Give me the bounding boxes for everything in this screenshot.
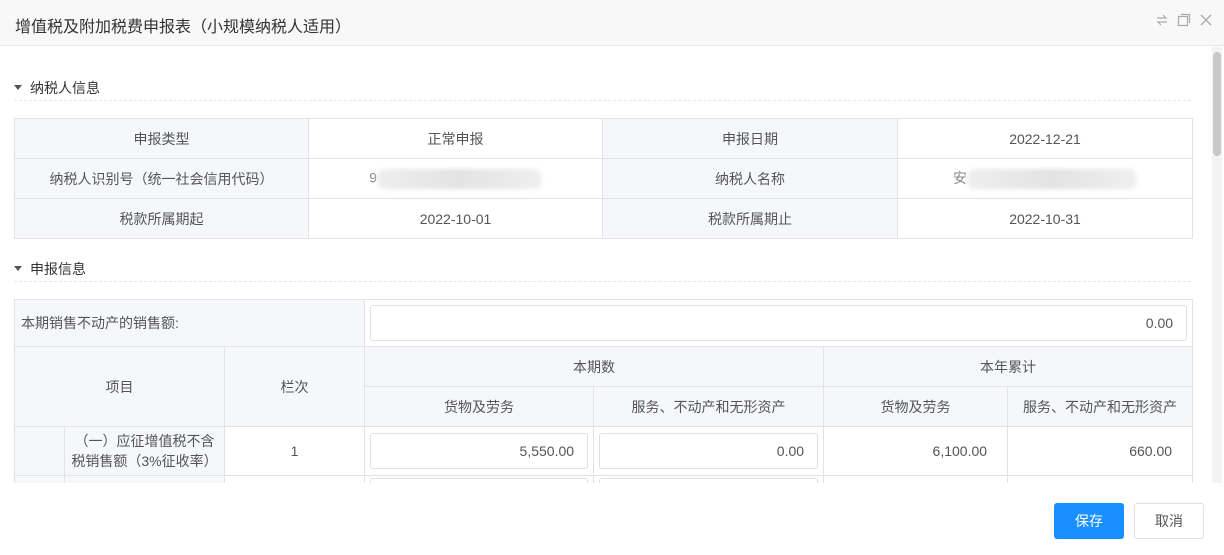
header-services: 服务、不动产和无形资产 xyxy=(593,386,825,427)
header-goods-year: 货物及劳务 xyxy=(823,386,1009,427)
cell-label: 纳税人识别号（统一社会信用代码） xyxy=(14,158,309,199)
header-goods: 货物及劳务 xyxy=(364,386,595,427)
row-item-label: （一）应征增值税不含税销售额（3%征收率） xyxy=(64,426,225,476)
cell-value: 安 xyxy=(897,158,1193,199)
dialog-body: 纳税人信息 申报类型 正常申报 申报日期 2022-12-21 纳税人识别号（统… xyxy=(0,47,1210,483)
cell-input-wrap: 0.00 xyxy=(593,426,825,476)
header-col-no: 栏次 xyxy=(223,346,366,427)
caret-down-icon xyxy=(14,85,22,90)
dialog-title: 增值税及附加税费申报表（小规模纳税人适用） xyxy=(15,19,352,36)
cell-label: 税款所属期止 xyxy=(602,198,898,239)
cell-value xyxy=(823,475,1009,483)
save-button[interactable]: 保存 xyxy=(1054,503,1124,539)
declare-table: 本期销售不动产的销售额: 0.00 项目 栏次 本期数 本年累计 货物及劳务 服… xyxy=(13,299,1194,483)
real-estate-input[interactable]: 0.00 xyxy=(370,305,1188,341)
cancel-button[interactable]: 取消 xyxy=(1134,503,1204,539)
redacted-blur xyxy=(376,168,542,189)
header-current-period: 本期数 xyxy=(364,346,825,387)
section-taxpayer-header[interactable]: 纳税人信息 xyxy=(14,75,1191,101)
maximize-icon[interactable] xyxy=(1176,11,1192,29)
table-row: 本期销售不动产的销售额: 0.00 xyxy=(13,299,1194,347)
section-title: 纳税人信息 xyxy=(30,79,100,96)
real-estate-label: 本期销售不动产的销售额: xyxy=(13,299,366,347)
row-col-no: 1 xyxy=(223,426,366,476)
cell-input-wrap xyxy=(364,475,595,483)
caret-down-icon xyxy=(14,266,22,271)
taxpayer-name-value: 安 xyxy=(953,169,967,186)
cell-input-wrap: 5,550.00 xyxy=(364,426,595,476)
row-group-cell xyxy=(14,475,65,483)
cell-value xyxy=(1007,475,1194,483)
next-row-input[interactable] xyxy=(370,477,589,483)
cell-value: 9 xyxy=(308,158,603,199)
cell-value: 正常申报 xyxy=(308,118,603,159)
table-header-row: 项目 栏次 本期数 本年累计 xyxy=(14,346,1194,427)
cell-label: 申报日期 xyxy=(602,118,898,159)
table-row xyxy=(14,475,1194,483)
vertical-scrollbar[interactable] xyxy=(1212,47,1222,483)
table-row: 纳税人识别号（统一社会信用代码） 9 纳税人名称 安 xyxy=(14,158,1193,199)
cur-services-input[interactable]: 0.00 xyxy=(599,433,819,469)
row-group-cell xyxy=(14,426,65,476)
section-declare-header[interactable]: 申报信息 xyxy=(14,256,1191,282)
taxpayer-id-value: 9 xyxy=(369,169,377,186)
table-row: 申报类型 正常申报 申报日期 2022-12-21 xyxy=(14,118,1193,159)
section-title: 申报信息 xyxy=(30,260,86,277)
next-row-input[interactable] xyxy=(599,477,819,483)
cell-label: 纳税人名称 xyxy=(602,158,898,199)
table-row: 税款所属期起 2022-10-01 税款所属期止 2022-10-31 xyxy=(14,198,1193,239)
cell-label: 税款所属期起 xyxy=(14,198,309,239)
header-year-total: 本年累计 xyxy=(823,346,1194,387)
cell-input-wrap xyxy=(593,475,825,483)
cell-value: 2022-10-31 xyxy=(897,198,1193,239)
scrollbar-thumb[interactable] xyxy=(1213,52,1221,156)
cell-value: 2022-10-01 xyxy=(308,198,603,239)
header-services-year: 服务、不动产和无形资产 xyxy=(1007,386,1194,427)
restore-icon[interactable] xyxy=(1154,11,1170,29)
row-col-no xyxy=(223,475,366,483)
row-item-label xyxy=(64,475,225,483)
table-row: （一）应征增值税不含税销售额（3%征收率） 1 5,550.00 0.00 6,… xyxy=(14,426,1194,476)
window-controls xyxy=(1154,11,1214,29)
year-services-value: 660.00 xyxy=(1007,426,1194,476)
real-estate-cell: 0.00 xyxy=(364,299,1194,347)
close-icon[interactable] xyxy=(1198,11,1214,29)
cell-value: 2022-12-21 xyxy=(897,118,1193,159)
cell-label: 申报类型 xyxy=(14,118,309,159)
dialog-header: 增值税及附加税费申报表（小规模纳税人适用） xyxy=(0,0,1224,46)
taxpayer-info-table: 申报类型 正常申报 申报日期 2022-12-21 纳税人识别号（统一社会信用代… xyxy=(14,118,1193,239)
redacted-blur xyxy=(967,169,1137,190)
year-goods-value: 6,100.00 xyxy=(823,426,1009,476)
cur-goods-input[interactable]: 5,550.00 xyxy=(370,433,589,469)
header-item: 项目 xyxy=(14,346,225,427)
